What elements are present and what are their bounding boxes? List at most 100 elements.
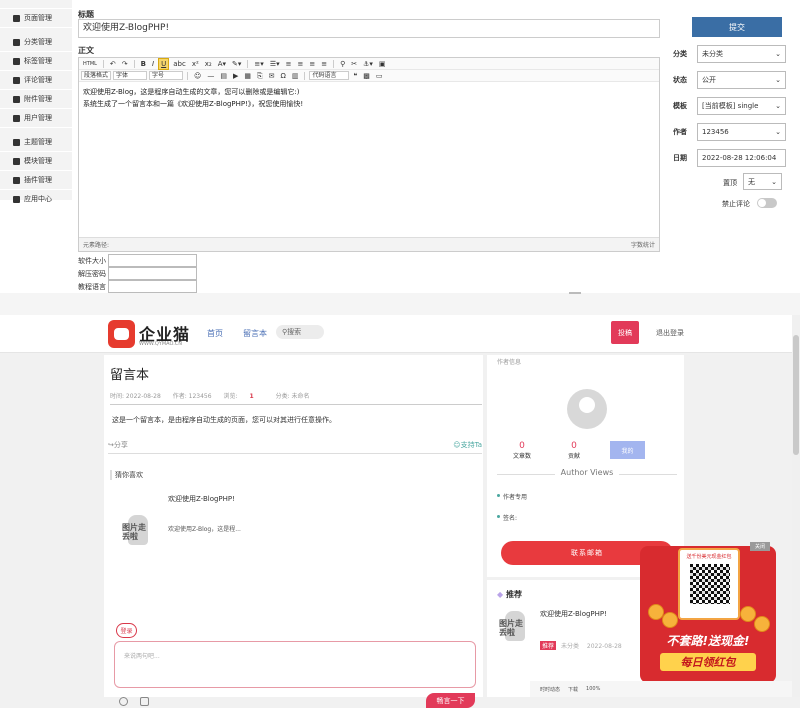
sidebar-item-partial[interactable] <box>0 0 72 9</box>
subscript-icon[interactable]: x₂ <box>203 59 214 69</box>
recommend-post-title[interactable]: 欢迎使用Z-BlogPHP! <box>540 609 607 619</box>
my-profile-button[interactable]: 我的 <box>610 441 645 459</box>
unzip-password-label: 解压密码 <box>78 269 106 278</box>
promo-card[interactable]: 送千份美元现金红包 不套路!送现金! 每日领红包 <box>640 546 776 683</box>
link-icon[interactable]: ⚲ <box>338 59 347 69</box>
red-packet-promo-popup[interactable]: 送千份美元现金红包 不套路!送现金! 每日领红包 关闭 <box>640 542 776 683</box>
login-badge[interactable]: 登录 <box>116 623 137 638</box>
search-button[interactable]: ⚲ 搜索 <box>276 325 324 339</box>
software-size-row: 软件大小 <box>78 254 197 267</box>
fullscreen-icon[interactable]: ▭ <box>374 71 385 81</box>
vertical-scrollbar[interactable] <box>792 315 800 697</box>
insert-image-icon[interactable]: ▤ <box>218 71 229 81</box>
promo-close-button[interactable]: 关闭 <box>750 542 770 551</box>
horizontal-scrollbar[interactable] <box>569 292 581 294</box>
emoji-icon[interactable]: ☺ <box>192 71 203 81</box>
site-header: 企业猫 WWW.QYMAO.CN 首页 留言本 ⚲ 搜索 投稿 退出登录 <box>0 315 800 353</box>
tutorial-language-input[interactable] <box>108 280 197 293</box>
missing-image-thumbnail[interactable]: 图片走丢啦 <box>122 513 150 549</box>
nav-home[interactable]: 首页 <box>207 328 223 339</box>
pin-select[interactable]: 无 ⌄ <box>743 173 782 190</box>
quote-icon[interactable]: ❝ <box>351 71 359 81</box>
redo-icon[interactable]: ↷ <box>120 59 130 69</box>
unzip-password-input[interactable] <box>108 267 197 280</box>
template-select[interactable]: [当前模板] single ⌄ <box>697 97 786 115</box>
insert-video-icon[interactable]: ▶ <box>231 71 240 81</box>
unordered-list-icon[interactable]: ☰▾ <box>268 59 282 69</box>
insert-map-icon[interactable]: ✉ <box>267 71 277 81</box>
zoom-level[interactable]: 100% <box>586 686 600 692</box>
align-left-icon[interactable]: ≡ <box>284 59 294 69</box>
download-label[interactable]: 下载 <box>568 686 578 693</box>
anchor-icon[interactable]: ⚓▾ <box>361 59 375 69</box>
sidebar-item-comments[interactable]: 评论管理 <box>0 71 72 90</box>
sidebar-item-plugins[interactable]: 插件管理 <box>0 171 72 190</box>
align-center-icon[interactable]: ≡ <box>295 59 305 69</box>
editor-toolbar-row-1: HTML ↶ ↷ B I U abc x² x₂ A▾ ✎▾ ≡▾ ☰▾ ≡ ≡… <box>79 57 659 70</box>
body-label: 正文 <box>78 46 94 55</box>
unlink-icon[interactable]: ✂ <box>349 59 359 69</box>
sidebar-item-attachments[interactable]: 附件管理 <box>0 90 72 109</box>
image-icon[interactable]: ▣ <box>377 59 388 69</box>
horizontal-rule-icon[interactable]: — <box>205 71 216 81</box>
software-size-input[interactable] <box>108 254 197 267</box>
related-post-excerpt: 欢迎使用Z-Blog，这是程... <box>168 526 241 533</box>
sidebar-item-categories[interactable]: 分类管理 <box>0 33 72 52</box>
date-input[interactable]: 2022-08-28 12:06:04 <box>697 149 786 167</box>
italic-button[interactable]: I <box>150 59 156 69</box>
editor-toolbar-row-2: 段落格式 字体 字号 ☺ — ▤ ▶ ▦ ⎘ ✉ Ω ▥ 代码语言 ❝ ▩ ▭ <box>79 70 659 82</box>
code-language-select[interactable]: 代码语言 <box>309 71 350 80</box>
live-status-label[interactable]: 时时动态 <box>540 686 560 693</box>
sidebar-item-pages[interactable]: 页面管理 <box>0 9 72 28</box>
font-size-select[interactable]: 字号 <box>149 71 184 80</box>
comment-input[interactable]: 来说两句吧... <box>114 641 476 688</box>
avatar[interactable] <box>567 389 607 429</box>
font-color-icon[interactable]: A▾ <box>216 59 228 69</box>
support-button[interactable]: ☺支持Ta <box>453 440 482 450</box>
rich-text-editor[interactable]: HTML ↶ ↷ B I U abc x² x₂ A▾ ✎▾ ≡▾ ☰▾ ≡ ≡… <box>78 57 660 252</box>
superscript-icon[interactable]: x² <box>190 59 201 69</box>
sidebar-item-themes[interactable]: 主题管理 <box>0 133 72 152</box>
emoji-icon[interactable] <box>119 697 128 706</box>
scrollbar-thumb[interactable] <box>793 335 799 455</box>
related-post-title[interactable]: 欢迎使用Z-BlogPHP! <box>168 494 235 504</box>
highlight-icon[interactable]: ✎▾ <box>230 59 243 69</box>
nav-guestbook[interactable]: 留言本 <box>243 328 267 339</box>
align-justify-icon[interactable]: ≡ <box>319 59 329 69</box>
insert-table-icon[interactable]: ▥ <box>290 71 301 81</box>
sidebar-item-users[interactable]: 用户管理 <box>0 109 72 128</box>
browser-statusbar: 时时动态 下载 100% <box>530 681 800 697</box>
submit-button[interactable]: 提交 <box>692 17 782 37</box>
strikethrough-icon[interactable]: abc <box>171 59 188 69</box>
sidebar-item-modules[interactable]: 模块管理 <box>0 152 72 171</box>
align-right-icon[interactable]: ≡ <box>307 59 317 69</box>
editor-content[interactable]: 欢迎使用Z-Blog，这是程序自动生成的文章，您可以删除或是编辑它:) 系统生成… <box>79 82 659 114</box>
submit-post-button[interactable]: 投稿 <box>611 321 639 344</box>
undo-icon[interactable]: ↶ <box>108 59 118 69</box>
title-input[interactable]: 欢迎使用Z-BlogPHP! <box>78 19 660 38</box>
paragraph-format-select[interactable]: 段落格式 <box>81 71 112 80</box>
share-button[interactable]: ↪分享 <box>108 440 128 450</box>
disable-comment-toggle[interactable] <box>757 198 777 208</box>
sidebar-item-app-center[interactable]: 应用中心 <box>0 190 72 209</box>
underline-button[interactable]: U <box>158 57 170 70</box>
article-author: 作者: 123456 <box>172 393 212 400</box>
comment-submit-button[interactable]: 畅言一下 <box>426 693 475 708</box>
special-char-icon[interactable]: Ω <box>278 71 287 81</box>
ordered-list-icon[interactable]: ≡▾ <box>252 59 265 69</box>
insert-attachment-icon[interactable]: ⎘ <box>255 71 265 81</box>
insert-file-icon[interactable]: ▦ <box>242 71 253 81</box>
recommend-thumbnail[interactable]: 图片走丢啦 <box>499 609 527 645</box>
status-select[interactable]: 公开 ⌄ <box>697 71 786 89</box>
code-icon[interactable]: ▩ <box>361 71 372 81</box>
category-select[interactable]: 未分类 ⌄ <box>697 45 786 63</box>
font-select[interactable]: 字体 <box>113 71 148 80</box>
bold-button[interactable]: B <box>139 59 148 69</box>
image-upload-icon[interactable] <box>140 697 149 706</box>
chevron-down-icon: ⌄ <box>775 128 781 136</box>
logout-link[interactable]: 退出登录 <box>656 328 684 338</box>
sidebar-item-tags[interactable]: 标签管理 <box>0 52 72 71</box>
cat-logo-icon[interactable] <box>108 320 135 348</box>
html-source-button[interactable]: HTML <box>81 59 99 69</box>
author-select[interactable]: 123456 ⌄ <box>697 123 786 141</box>
